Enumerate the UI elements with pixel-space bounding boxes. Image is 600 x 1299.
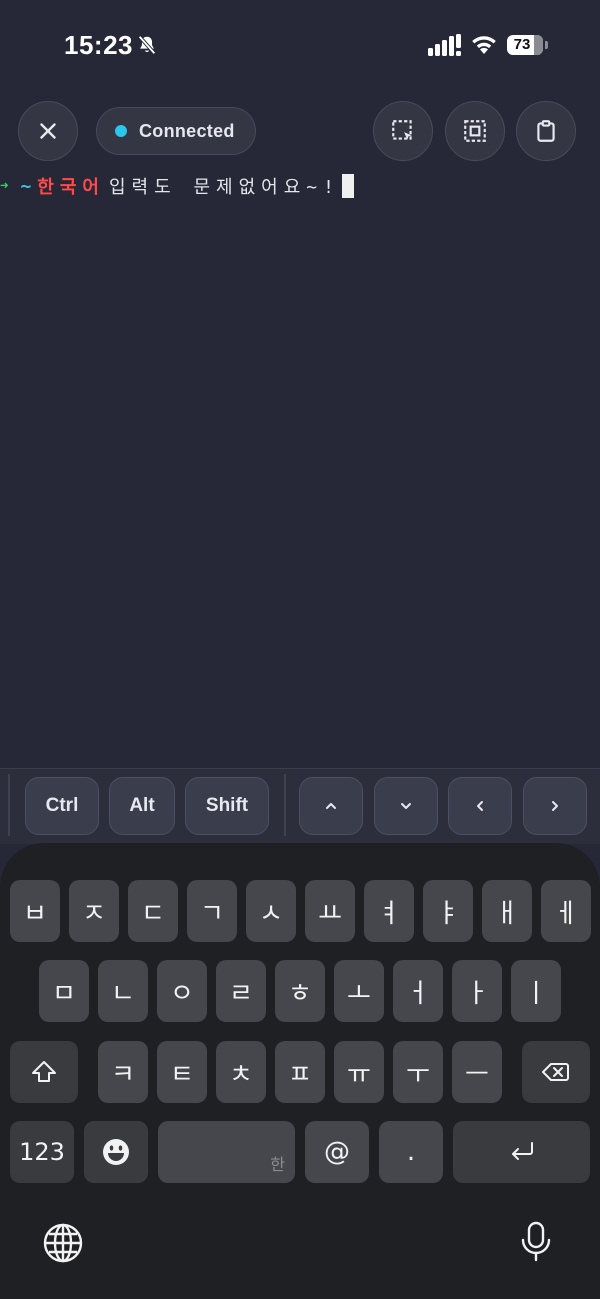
key-giyeok[interactable]: ㄱ	[187, 880, 237, 942]
key-eo[interactable]: ㅓ	[393, 960, 443, 1022]
shift-key[interactable]: Shift	[185, 777, 269, 835]
key-bieup[interactable]: ㅂ	[10, 880, 60, 942]
arrow-left-key[interactable]	[448, 777, 512, 835]
battery-icon: 73	[507, 35, 548, 55]
command-highlight: 한국어	[37, 177, 105, 198]
key-ae[interactable]: ㅐ	[482, 880, 532, 942]
key-i[interactable]: ㅣ	[511, 960, 561, 1022]
microphone-icon[interactable]	[514, 1219, 558, 1263]
select-all-button[interactable]	[445, 101, 505, 161]
return-key[interactable]	[453, 1121, 590, 1183]
key-pieup[interactable]: ㅍ	[275, 1041, 325, 1103]
clipboard-button[interactable]	[516, 101, 576, 161]
close-icon	[40, 123, 56, 139]
extra-keys-divider	[284, 774, 286, 836]
key-kieuk[interactable]: ㅋ	[98, 1041, 148, 1103]
terminal-prompt-line[interactable]: ➜ ~ 한국어 입력도 문제없어요~!	[0, 172, 600, 200]
key-tieut[interactable]: ㅌ	[157, 1041, 207, 1103]
clock: 15:23	[64, 30, 133, 60]
shift-key[interactable]	[10, 1041, 78, 1103]
korean-keyboard: ㅂ ㅈ ㄷ ㄱ ㅅ ㅛ ㅕ ㅑ ㅐ ㅔ ㅁ ㄴ ㅇ ㄹ ㅎ ㅗ ㅓ ㅏ ㅣ ㅋ …	[0, 843, 600, 1299]
status-bar: 15:23 73	[0, 0, 600, 92]
key-mieum[interactable]: ㅁ	[39, 960, 89, 1022]
ctrl-key[interactable]: Ctrl	[25, 777, 99, 835]
clipboard-icon	[537, 120, 555, 142]
key-yu[interactable]: ㅠ	[334, 1041, 384, 1103]
backspace-key[interactable]	[522, 1041, 590, 1103]
connection-indicator-dot	[115, 125, 127, 137]
at-key[interactable]: @	[305, 1121, 369, 1183]
space-language-hint: 한	[270, 1155, 285, 1174]
select-region-icon	[392, 120, 412, 140]
command-text: 입력도 문제없어요~!	[108, 177, 340, 198]
period-key[interactable]: .	[379, 1121, 443, 1183]
arrow-right-key[interactable]	[523, 777, 587, 835]
emoji-icon	[103, 1139, 129, 1165]
key-ieung[interactable]: ㅇ	[157, 960, 207, 1022]
wifi-icon	[472, 36, 496, 54]
globe-icon[interactable]	[41, 1221, 85, 1265]
terminal-cursor	[341, 174, 354, 198]
prompt-arrow: ➜	[0, 178, 9, 194]
arrow-up-key[interactable]	[299, 777, 363, 835]
select-all-icon	[464, 120, 486, 142]
arrow-down-key[interactable]	[374, 777, 438, 835]
battery-percent: 73	[513, 36, 531, 53]
extra-keys-divider	[8, 774, 10, 836]
key-digeut[interactable]: ㄷ	[128, 880, 178, 942]
close-button[interactable]	[18, 101, 78, 161]
space-key[interactable]: 한	[158, 1121, 295, 1183]
cellular-signal-icon	[428, 34, 461, 56]
key-hieut[interactable]: ㅎ	[275, 960, 325, 1022]
key-rieul[interactable]: ㄹ	[216, 960, 266, 1022]
alt-key[interactable]: Alt	[109, 777, 175, 835]
connection-status[interactable]: Connected	[96, 107, 256, 155]
key-e[interactable]: ㅔ	[541, 880, 591, 942]
arrow-up-icon	[326, 803, 336, 809]
key-siot[interactable]: ㅅ	[246, 880, 296, 942]
key-eu[interactable]: ㅡ	[452, 1041, 502, 1103]
shift-icon	[32, 1061, 56, 1082]
arrow-right-icon	[552, 801, 558, 811]
select-region-button[interactable]	[373, 101, 433, 161]
key-chieut[interactable]: ㅊ	[216, 1041, 266, 1103]
backspace-icon	[542, 1063, 569, 1081]
key-yo[interactable]: ㅛ	[305, 880, 355, 942]
emoji-key[interactable]	[84, 1121, 148, 1183]
numbers-key[interactable]: 123	[10, 1121, 74, 1183]
key-yeo[interactable]: ㅕ	[364, 880, 414, 942]
bell-slash-icon	[138, 35, 156, 55]
prompt-directory: ~	[20, 175, 32, 197]
arrow-down-icon	[401, 803, 411, 809]
key-jieut[interactable]: ㅈ	[69, 880, 119, 942]
key-nieun[interactable]: ㄴ	[98, 960, 148, 1022]
key-u[interactable]: ㅜ	[393, 1041, 443, 1103]
key-o[interactable]: ㅗ	[334, 960, 384, 1022]
key-ya[interactable]: ㅑ	[423, 880, 473, 942]
arrow-left-icon	[477, 801, 483, 811]
key-a[interactable]: ㅏ	[452, 960, 502, 1022]
return-icon	[511, 1142, 533, 1160]
connection-label: Connected	[139, 120, 235, 141]
